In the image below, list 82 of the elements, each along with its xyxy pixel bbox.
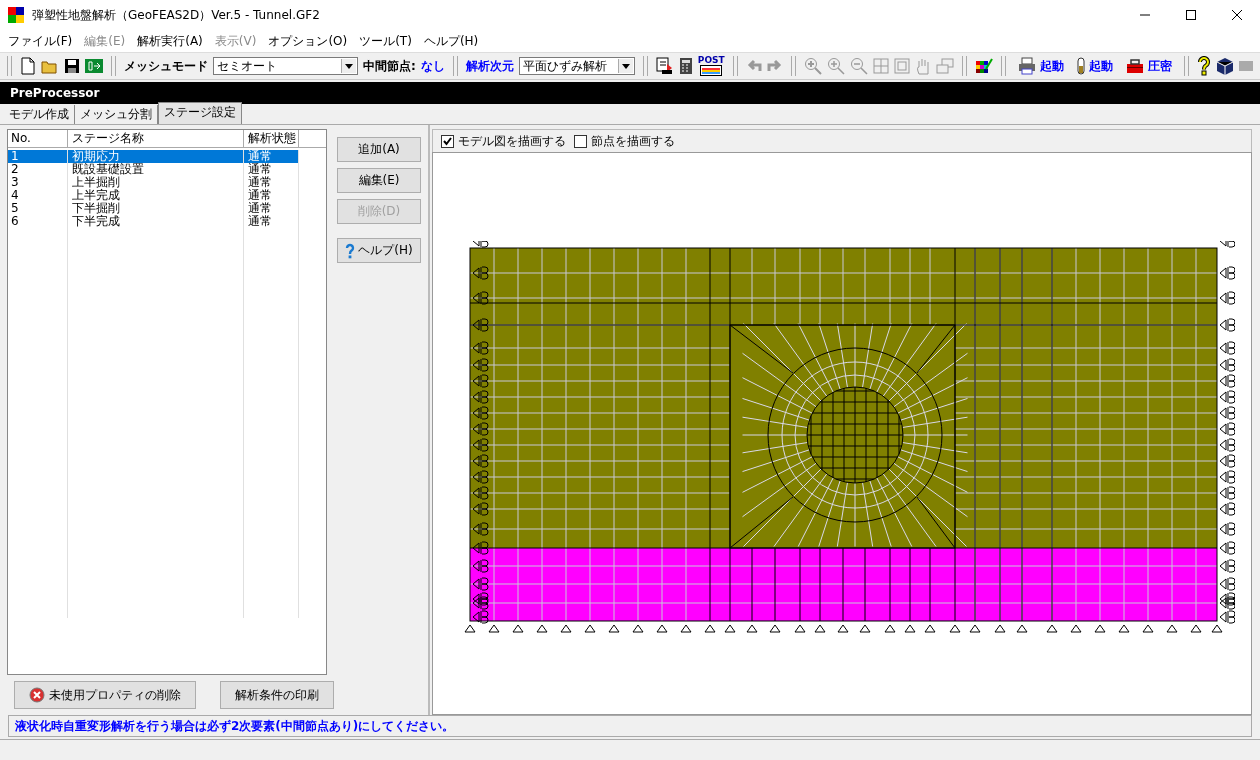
exit-icon[interactable]	[85, 58, 103, 74]
mesh-mode-label: メッシュモード	[124, 57, 208, 75]
tab[interactable]: ステージ設定	[158, 102, 242, 124]
table-cell: 通常	[244, 189, 299, 202]
toolbox-icon	[1125, 58, 1144, 74]
menu-item[interactable]: 解析実行(A)	[131, 32, 209, 50]
table-cell: 既設基礎設置	[68, 163, 244, 176]
menu-item[interactable]: ツール(T)	[353, 32, 418, 50]
new-file-icon[interactable]	[20, 57, 36, 75]
menu-item[interactable]: オプション(O)	[262, 32, 354, 50]
help-icon[interactable]	[1196, 56, 1211, 76]
caret-icon	[621, 63, 630, 69]
table-cell: 初期応力	[68, 150, 244, 163]
panel-title-bar: PreProcessor	[0, 82, 1260, 104]
column-header[interactable]: 解析状態	[244, 130, 299, 147]
table-cell: 下半完成	[68, 215, 244, 228]
zoom-in-icon[interactable]	[826, 57, 845, 75]
action-button[interactable]: 未使用プロパティの削除	[14, 681, 196, 709]
undo-icon[interactable]	[745, 59, 762, 73]
stage-row[interactable]: 4 上半完成 通常	[8, 189, 326, 202]
checkbox[interactable]: モデル図を描画する	[441, 132, 566, 150]
analysis-dimension-dropdown[interactable]: 平面ひずみ解析	[518, 57, 635, 75]
table-cell: 上半完成	[68, 189, 244, 202]
stage-row[interactable]: 6 下半完成 通常	[8, 215, 326, 228]
stage-row[interactable]: 2 既設基礎設置 通常	[8, 163, 326, 176]
zoom-window-icon[interactable]	[803, 57, 822, 75]
table-cell: 3	[8, 176, 68, 189]
column-header[interactable]: ステージ名称	[68, 130, 244, 147]
mesh-mode-dropdown[interactable]: セミオート	[213, 57, 358, 75]
table-cell: 下半掘削	[68, 202, 244, 215]
table-cell: 上半掘削	[68, 176, 244, 189]
save-icon[interactable]	[64, 58, 80, 74]
status-message: 液状化時自重変形解析を行う場合は必ず2次要素(中間節点あり)にしてください。	[15, 717, 455, 735]
column-header[interactable]: No.	[8, 130, 68, 147]
table-cell: 5	[8, 202, 68, 215]
stage-row[interactable]: 5 下半掘削 通常	[8, 202, 326, 215]
hand-icon[interactable]	[914, 57, 931, 75]
launch-button[interactable]: 起動	[1072, 57, 1117, 75]
checkbox[interactable]: 節点を描画する	[574, 132, 675, 150]
action-button[interactable]: 解析条件の印刷	[220, 681, 334, 709]
toolbar-handle[interactable]	[1238, 61, 1253, 71]
help-button[interactable]: ヘルプ(H)	[337, 238, 421, 263]
document-export-icon[interactable]	[655, 57, 674, 75]
analysis-dimension-label: 解析次元	[465, 57, 514, 75]
caret-icon	[345, 63, 353, 69]
checkbox-box[interactable]	[574, 134, 587, 148]
printer-icon	[1017, 57, 1036, 75]
table-cell: 6	[8, 215, 68, 228]
app-icon	[8, 7, 24, 23]
question-icon	[345, 242, 356, 259]
delete-icon	[29, 687, 45, 703]
frame-icon[interactable]	[893, 58, 910, 74]
table-cell: 1	[8, 150, 68, 163]
table-cell: 4	[8, 189, 68, 202]
table-cell: 2	[8, 163, 68, 176]
calculator-icon[interactable]	[678, 57, 693, 75]
midnode-value: なし	[420, 57, 445, 75]
checkbox-box[interactable]	[441, 134, 454, 148]
zoom-out-icon[interactable]	[849, 57, 868, 75]
stage-button[interactable]: 追加(A)	[337, 137, 421, 162]
maximize-icon	[1186, 10, 1196, 20]
table-cell: 通常	[244, 163, 299, 176]
menu-item[interactable]: ファイル(F)	[2, 32, 79, 50]
midnode-label: 中間節点:	[363, 57, 416, 75]
stage-button[interactable]: 編集(E)	[337, 168, 421, 193]
menu-item[interactable]: ヘルプ(H)	[417, 32, 485, 50]
launch-button[interactable]: 圧密	[1121, 57, 1176, 75]
table-cell: 通常	[244, 176, 299, 189]
windows-icon[interactable]	[935, 58, 954, 74]
stage-row[interactable]: 3 上半掘削 通常	[8, 176, 326, 189]
close-icon	[1232, 10, 1242, 20]
color-palette-icon[interactable]	[974, 57, 993, 75]
open-folder-icon[interactable]	[41, 58, 59, 74]
window-title: 弾塑性地盤解析（GeoFEAS2D）Ver.5 - Tunnel.GF2	[32, 6, 320, 24]
fit-all-icon[interactable]	[872, 58, 889, 74]
table-cell: 通常	[244, 202, 299, 215]
cube-icon[interactable]	[1215, 57, 1234, 75]
stage-row[interactable]: 1 初期応力 通常	[8, 150, 326, 163]
table-cell: 通常	[244, 215, 299, 228]
launch-button[interactable]: 起動	[1013, 57, 1068, 75]
test-tube-icon	[1076, 57, 1085, 75]
redo-icon[interactable]	[766, 59, 783, 73]
